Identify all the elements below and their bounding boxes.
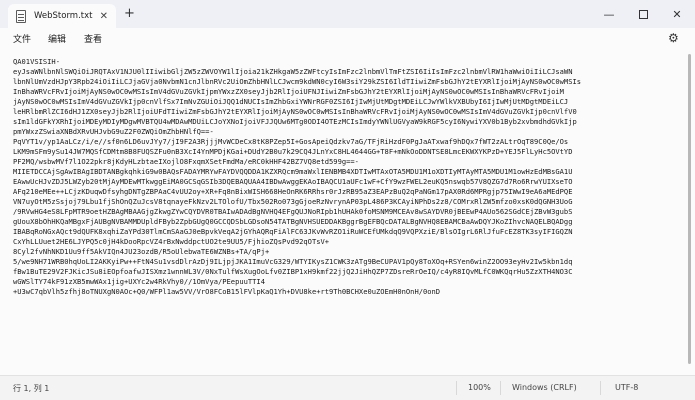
vertical-scrollbar[interactable]: [688, 54, 691, 369]
text-line: 8Cyl2fvNhNKD1Uu9ff5AkVIQn4JU23ozdB/R5oUl…: [13, 247, 270, 256]
title-bar: WebStorm.txt ✕ + — ✕: [0, 0, 695, 28]
text-line: pmYWxzZSwiaXNBdXRvUHJvbG9uZ2F0ZWQiOmZhbH…: [13, 127, 214, 136]
text-line: +U3wC7qbVlh5zfhj8oTNUXgN0AOc+Q0/WFPl1aw5…: [13, 287, 441, 296]
text-line: /9RVwHG4eS8LFpMTR9oetHZBAgMBAAGjgZkwgZYw…: [13, 207, 573, 216]
maximize-button[interactable]: [626, 0, 660, 28]
text-line: sIm1ldGFkYXRhIjoiMDEyMDIyMDgwMVBTQU4wMDA…: [13, 117, 577, 126]
status-divider: [500, 381, 501, 395]
tab-title: WebStorm.txt: [34, 11, 93, 21]
settings-gear-icon[interactable]: ⚙: [668, 31, 679, 45]
text-line: VN7uyOtM5zSsjoj79Lbu1fjShOnQZuJcsV8tqnay…: [13, 197, 573, 206]
editor-content[interactable]: QA01VSISIH-eyJsaWNlbnNlSWQiOiJRQTAxV1NJU…: [13, 57, 683, 297]
file-tab[interactable]: WebStorm.txt ✕: [8, 4, 116, 28]
menu-file[interactable]: 文件: [13, 32, 31, 45]
text-line: PqVYT1v/yp1AaLCz/i/e//sf0n6LD6uvJYy7/jI9…: [13, 137, 569, 146]
document-icon: [16, 9, 26, 23]
text-line: gUouX8bOhHKQaMBgxFjAUBgNVBAMMDUpldFByb2Z…: [13, 217, 573, 226]
text-line: jAyNS0wOC0wMSIsImV4dGVuZGVkIjp0cnVlfSx7I…: [13, 97, 569, 106]
menu-edit[interactable]: 编辑: [48, 32, 66, 45]
text-line: MIIETDCCAjSgAwIBAgIBDTANBgkqhkiG9w0BAQsF…: [13, 167, 573, 176]
text-line: AFq210eMEe++LCjzKDuqwDfsyhgDNTgZBPAaC4vU…: [13, 187, 573, 196]
scrollbar-thumb[interactable]: [688, 54, 691, 364]
minimize-button[interactable]: —: [592, 0, 626, 28]
text-editor[interactable]: QA01VSISIH-eyJsaWNlbnNlSWQiOiJRQTAxV1NJU…: [0, 50, 695, 375]
status-bar: 行 1, 列 1 100% Windows (CRLF) UTF-8: [0, 375, 695, 400]
text-line: leHRlbmRlZCI6dHJ1ZX0seyJjb2RlIjoiUFdTIiw…: [13, 107, 577, 116]
new-tab-icon[interactable]: +: [124, 6, 135, 22]
status-divider: [600, 381, 601, 395]
text-line: QA01VSISIH-: [13, 57, 60, 66]
status-divider: [456, 381, 457, 395]
menu-view[interactable]: 查看: [84, 32, 102, 45]
text-line: wGWSlTY74kF91zXB5mwWAx1jig+UXYc2w4RkVhy0…: [13, 277, 265, 286]
text-line: eyJsaWNlbnNlSWQiOiJRQTAxV1NJU0lIIiwibGlj…: [13, 67, 573, 76]
encoding[interactable]: UTF-8: [615, 383, 638, 392]
zoom-level[interactable]: 100%: [468, 383, 491, 392]
line-ending[interactable]: Windows (CRLF): [512, 383, 577, 392]
text-line: PF2MQ/wsbwMVf7l1O22pkr8jKdyHLzbtaeIXojlO…: [13, 157, 359, 166]
text-line: EAwwUcHJvZDJ5LWZyb20tMjAyMDEwMTkwggEiMA0…: [13, 177, 573, 186]
tab-close-icon[interactable]: ✕: [100, 11, 108, 22]
close-window-button[interactable]: ✕: [660, 0, 694, 28]
text-line: fBw1BuTE29V2FJKicJSu8iEOpfoafwJISXmz1wnn…: [13, 267, 573, 276]
text-line: IBABqRoNGxAQct9dQUFK8xqhiZaYPd30TlmCmSAa…: [13, 227, 573, 236]
text-line: LKM9mSFm9ySu14JW7MQSfCDMtm8B8FUQSZFu0nB3…: [13, 147, 573, 156]
text-line: CxYhLLUuet2HE6LJYPQ5c0jH4kDooRpcVZ4rBxNw…: [13, 237, 330, 246]
text-line: 5/we9NH71WRB0hqUoLI2AKKyiPw++FtN4Su1vsdD…: [13, 257, 573, 266]
maximize-icon: [638, 9, 648, 19]
menu-bar: 文件 编辑 查看 ⚙: [0, 28, 695, 50]
text-line: InBhaWRVcFRvIjoiMjAyNS0wOC0wMSIsImV4dGVu…: [13, 87, 564, 96]
cursor-position: 行 1, 列 1: [13, 384, 50, 393]
text-line: lbnNlUmVzdHJpY3Rpb24iOiIiLCJjaGVja0NvbmN…: [13, 77, 582, 86]
